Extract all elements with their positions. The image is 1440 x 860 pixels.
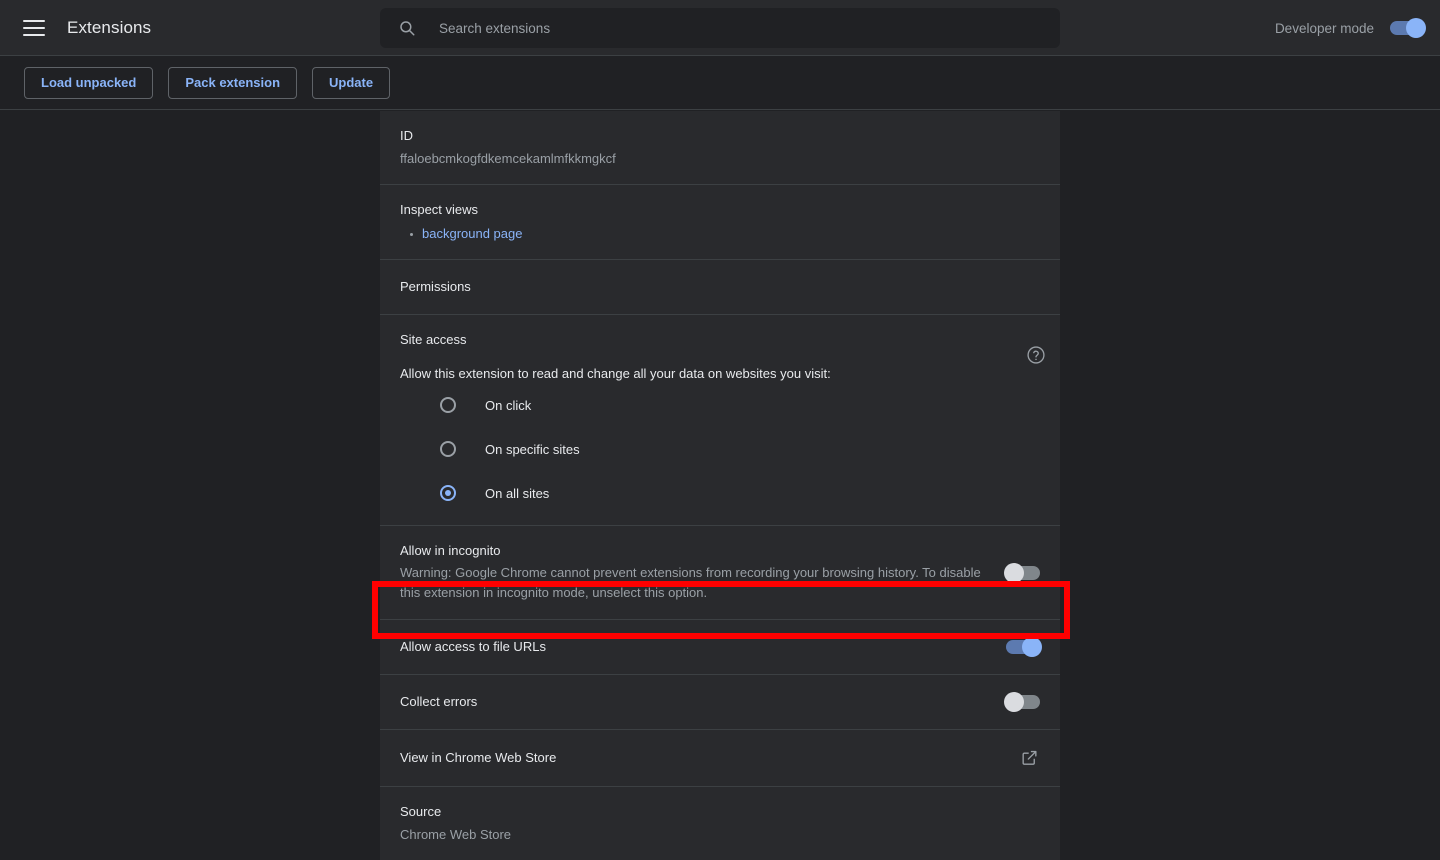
pack-extension-button[interactable]: Pack extension — [168, 66, 298, 99]
collect-errors-label: Collect errors — [400, 694, 478, 709]
radio-button — [440, 397, 456, 413]
radio-label: On specific sites — [485, 441, 580, 457]
allow-access-to-file-urls-toggle[interactable] — [1006, 637, 1042, 657]
site-access-description: Allow this extension to read and change … — [400, 366, 831, 381]
allow-in-incognito-section: Allow in incognito Warning: Google Chrom… — [380, 526, 1060, 620]
page-title: Extensions — [67, 17, 152, 37]
inspect-views-list: background page — [400, 225, 1040, 243]
permissions-section[interactable]: Permissions — [380, 260, 1060, 315]
background-page-link[interactable]: background page — [422, 226, 522, 241]
site-access-option-on-click[interactable]: On click — [440, 383, 1040, 427]
radio-label: On click — [485, 397, 532, 413]
view-in-chrome-web-store-section[interactable]: View in Chrome Web Store — [380, 730, 1060, 787]
open-in-new-icon[interactable] — [1020, 748, 1040, 768]
search-input[interactable] — [439, 20, 1060, 36]
permissions-label: Permissions — [400, 279, 471, 294]
allow-in-incognito-label: Allow in incognito — [400, 543, 501, 558]
toggle-knob — [1022, 637, 1042, 657]
collect-errors-section: Collect errors — [380, 675, 1060, 730]
site-access-option-on-specific-sites[interactable]: On specific sites — [440, 427, 1040, 471]
allow-in-incognito-warning: Warning: Google Chrome cannot prevent ex… — [400, 565, 981, 600]
developer-mode-control: Developer mode — [1274, 0, 1426, 56]
toggle-knob — [1004, 692, 1024, 712]
source-value: Chrome Web Store — [400, 827, 512, 842]
load-unpacked-button[interactable]: Load unpacked — [24, 66, 154, 99]
help-circle-icon[interactable] — [1026, 345, 1046, 365]
list-item: background page — [410, 225, 1040, 243]
collect-errors-toggle[interactable] — [1004, 692, 1040, 712]
extension-detail-card: ID ffaloebcmkogfdkemcekamlmfkkmgkcf Insp… — [380, 111, 1060, 860]
radio-button — [440, 441, 456, 457]
extension-id-label: ID — [400, 128, 413, 143]
hamburger-menu-icon[interactable] — [23, 19, 45, 36]
allow-access-to-file-urls-label: Allow access to file URLs — [400, 639, 546, 654]
search-icon — [398, 19, 416, 37]
developer-mode-toggle[interactable] — [1390, 18, 1426, 38]
source-section: Source Chrome Web Store — [380, 787, 1060, 860]
radio-button — [440, 485, 456, 501]
page-header: Extensions Developer mode — [0, 0, 1440, 56]
source-label: Source — [400, 804, 442, 819]
search-box[interactable] — [380, 8, 1060, 48]
allow-access-to-file-urls-section: Allow access to file URLs — [380, 620, 1060, 675]
extension-id-section: ID ffaloebcmkogfdkemcekamlmfkkmgkcf — [380, 111, 1060, 185]
view-in-chrome-web-store-label: View in Chrome Web Store — [400, 750, 557, 765]
toggle-knob — [1406, 18, 1426, 38]
site-access-option-on-all-sites[interactable]: On all sites — [440, 471, 1040, 515]
site-access-section: Site access Allow this extension to read… — [380, 315, 1060, 526]
update-button[interactable]: Update — [312, 66, 391, 99]
extension-id-value: ffaloebcmkogfdkemcekamlmfkkmgkcf — [400, 151, 616, 166]
inspect-views-section: Inspect views background page — [380, 185, 1060, 260]
radio-label: On all sites — [485, 485, 550, 501]
allow-in-incognito-toggle[interactable] — [1004, 562, 1040, 583]
site-access-label: Site access — [400, 332, 467, 347]
developer-mode-label: Developer mode — [1274, 20, 1374, 36]
extensions-toolbar: Load unpacked Pack extension Update — [0, 56, 1440, 110]
inspect-views-label: Inspect views — [400, 202, 479, 217]
toggle-knob — [1004, 562, 1024, 583]
